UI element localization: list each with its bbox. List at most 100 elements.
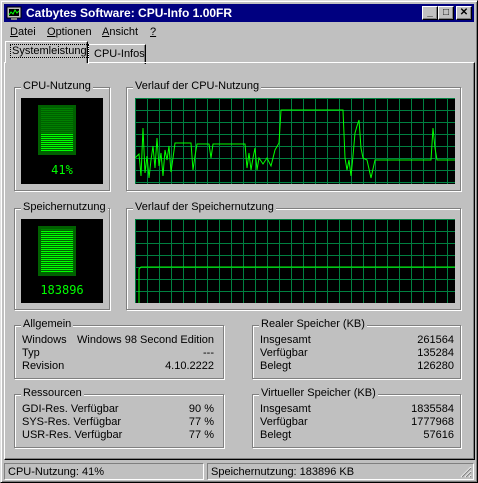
memory-meter-segment bbox=[41, 269, 73, 270]
cpu-meter-segment bbox=[41, 142, 73, 143]
memory-meter-segment bbox=[41, 241, 73, 242]
general-group: Allgemein Windows Windows 98 Second Edit… bbox=[14, 318, 224, 379]
cpu-meter-segment bbox=[41, 132, 73, 133]
real-memory-label: Realer Speicher (KB) bbox=[259, 318, 367, 330]
memory-meter-segment bbox=[41, 253, 73, 254]
maximize-icon: □ bbox=[442, 7, 450, 18]
memory-history-line bbox=[138, 266, 455, 303]
resources-group: Ressourcen GDI-Res. Verfügbar 90 % SYS-R… bbox=[14, 387, 224, 448]
memory-meter-fill bbox=[41, 229, 73, 272]
cpu-meter-segment bbox=[41, 110, 73, 111]
title-bar[interactable]: Catbytes Software: CPU-Info 1.00FR _ □ ✕ bbox=[4, 4, 474, 22]
memory-meter-screen: 183896 bbox=[21, 219, 103, 303]
memory-value-text: 183896 bbox=[40, 283, 84, 297]
virtual-memory-group: Virtueller Speicher (KB) Insgesamt 18355… bbox=[252, 387, 461, 448]
virtual-memory-row-available: Verfügbar 1777968 bbox=[260, 416, 454, 428]
tab-systemleistung[interactable]: Systemleistung bbox=[5, 41, 89, 63]
memory-history-group: Verlauf der Speichernutzung bbox=[126, 201, 461, 310]
general-row-typ: Typ --- bbox=[22, 347, 214, 359]
memory-meter-segment bbox=[41, 265, 73, 266]
real-memory-row-total: Insgesamt 261564 bbox=[260, 334, 454, 346]
menu-datei[interactable]: Datei bbox=[10, 26, 36, 38]
general-row-revision: Revision 4.10.2222 bbox=[22, 360, 214, 372]
resources-label: Ressourcen bbox=[21, 387, 84, 399]
minimize-icon: _ bbox=[427, 7, 433, 18]
cpu-percent-text: 41% bbox=[51, 163, 73, 177]
cpu-meter-segment bbox=[41, 136, 73, 137]
tab-cpu-infos[interactable]: CPU-Infos bbox=[88, 44, 146, 64]
cpu-usage-label: CPU-Nutzung bbox=[21, 80, 93, 92]
memory-meter-segment bbox=[41, 271, 73, 272]
status-memory: Speichernutzung: 183896 KB bbox=[207, 463, 474, 480]
tab-panel-systemleistung: CPU-Nutzung 41% Verlauf der CPU-Nutzung … bbox=[4, 62, 475, 460]
cpu-meter-segment bbox=[41, 128, 73, 129]
resize-grip-icon[interactable] bbox=[460, 466, 472, 478]
cpu-history-chart bbox=[135, 98, 455, 184]
real-memory-group: Realer Speicher (KB) Insgesamt 261564 Ve… bbox=[252, 318, 461, 379]
memory-meter-segment bbox=[41, 255, 73, 256]
memory-meter-segment bbox=[41, 239, 73, 240]
cpu-usage-group: CPU-Nutzung 41% bbox=[14, 80, 110, 191]
virtual-memory-row-total: Insgesamt 1835584 bbox=[260, 403, 454, 415]
memory-meter-segment bbox=[41, 245, 73, 246]
cpu-meter-bar bbox=[38, 105, 76, 155]
cpu-meter-screen: 41% bbox=[21, 98, 103, 184]
cpu-meter-segment bbox=[41, 130, 73, 131]
cpu-meter-segment bbox=[41, 122, 73, 123]
cpu-history-label: Verlauf der CPU-Nutzung bbox=[133, 80, 262, 92]
memory-meter-segment bbox=[41, 237, 73, 238]
general-label: Allgemein bbox=[21, 318, 74, 330]
memory-meter-segment bbox=[41, 243, 73, 244]
cpu-meter-segment bbox=[41, 150, 73, 151]
virtual-memory-label: Virtueller Speicher (KB) bbox=[259, 387, 378, 399]
main-window: Catbytes Software: CPU-Info 1.00FR _ □ ✕… bbox=[0, 0, 478, 483]
real-memory-row-used: Belegt 126280 bbox=[260, 360, 454, 372]
resources-row-sys: SYS-Res. Verfügbar 77 % bbox=[22, 416, 214, 428]
memory-history-graph bbox=[135, 219, 455, 303]
memory-meter-segment bbox=[41, 233, 73, 234]
cpu-meter-segment bbox=[41, 112, 73, 113]
resources-row-gdi: GDI-Res. Verfügbar 90 % bbox=[22, 403, 214, 415]
memory-meter-segment bbox=[41, 261, 73, 262]
cpu-meter-segment bbox=[41, 146, 73, 147]
memory-meter-segment bbox=[41, 267, 73, 268]
cpu-meter-segment bbox=[41, 138, 73, 139]
memory-meter-segment bbox=[41, 251, 73, 252]
memory-usage-group: Speichernutzung 183896 bbox=[14, 201, 110, 310]
memory-meter-segment bbox=[41, 259, 73, 260]
menu-bar: Datei Optionen Ansicht ? bbox=[4, 23, 474, 41]
cpu-meter-segment bbox=[41, 108, 73, 109]
cpu-meter-segment bbox=[41, 118, 73, 119]
cpu-meter-fill bbox=[41, 108, 73, 151]
cpu-meter-segment bbox=[41, 124, 73, 125]
status-bar: CPU-Nutzung: 41% Speichernutzung: 183896… bbox=[4, 463, 474, 480]
window-title: Catbytes Software: CPU-Info 1.00FR bbox=[26, 6, 233, 20]
memory-meter-segment bbox=[41, 249, 73, 250]
memory-meter-segment bbox=[41, 263, 73, 264]
cpu-meter-segment bbox=[41, 148, 73, 149]
memory-history-chart bbox=[135, 219, 455, 303]
close-icon: ✕ bbox=[459, 7, 469, 18]
memory-meter-bar bbox=[38, 226, 76, 276]
maximize-button[interactable]: □ bbox=[438, 6, 454, 20]
menu-optionen[interactable]: Optionen bbox=[47, 26, 92, 38]
cpu-meter-segment bbox=[41, 120, 73, 121]
real-memory-row-available: Verfügbar 135284 bbox=[260, 347, 454, 359]
cpu-meter-segment bbox=[41, 134, 73, 135]
memory-history-label: Verlauf der Speichernutzung bbox=[133, 201, 276, 213]
memory-meter-segment bbox=[41, 257, 73, 258]
menu-help[interactable]: ? bbox=[150, 26, 156, 38]
menu-ansicht[interactable]: Ansicht bbox=[102, 26, 138, 38]
memory-usage-label: Speichernutzung bbox=[21, 201, 108, 213]
minimize-button[interactable]: _ bbox=[422, 6, 438, 20]
resources-row-usr: USR-Res. Verfügbar 77 % bbox=[22, 429, 214, 441]
cpu-meter-segment bbox=[41, 116, 73, 117]
memory-meter-segment bbox=[41, 247, 73, 248]
cpu-meter-segment bbox=[41, 126, 73, 127]
memory-meter-segment bbox=[41, 231, 73, 232]
cpu-meter-segment bbox=[41, 140, 73, 141]
memory-meter-segment bbox=[41, 235, 73, 236]
cpu-meter-segment bbox=[41, 114, 73, 115]
close-button[interactable]: ✕ bbox=[456, 6, 472, 20]
app-icon bbox=[6, 6, 22, 20]
